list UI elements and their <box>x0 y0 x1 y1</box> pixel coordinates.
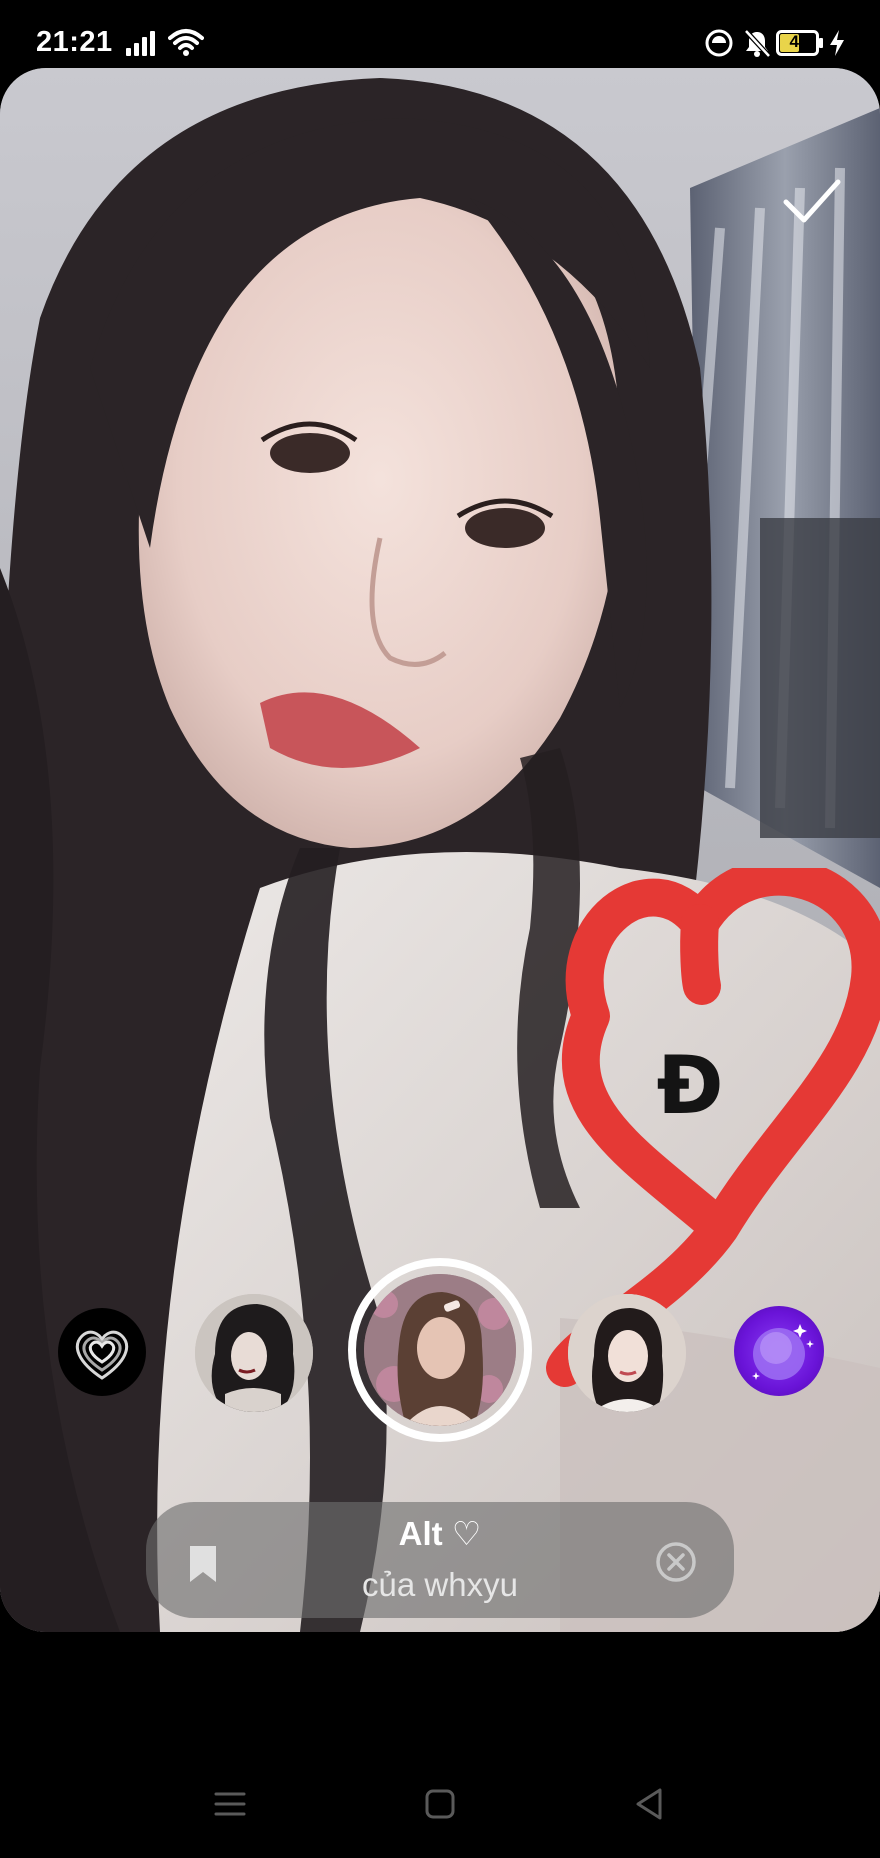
heart-spiral-effect[interactable] <box>58 1308 146 1396</box>
girl-portrait-thumbnail <box>568 1294 686 1412</box>
wifi-icon <box>168 29 204 56</box>
battery-level: 47 <box>789 32 809 51</box>
alt-effect[interactable] <box>364 1274 516 1426</box>
alt-effect-thumbnail <box>364 1274 516 1426</box>
girl-portrait-effect[interactable] <box>568 1294 686 1412</box>
gothic-portrait-thumbnail <box>195 1294 313 1412</box>
signal-icon <box>126 31 155 56</box>
checkmark-icon[interactable] <box>782 176 842 226</box>
gothic-portrait-effect[interactable] <box>195 1294 313 1412</box>
status-time: 21:21 <box>36 26 113 58</box>
screen-record-icon <box>705 29 733 57</box>
text-sticker[interactable]: Đ <box>655 1046 725 1126</box>
close-circle-icon[interactable] <box>654 1540 698 1584</box>
galaxy-orb-icon <box>752 1324 814 1380</box>
back-triangle-icon[interactable] <box>630 1784 670 1824</box>
bell-muted-icon <box>744 29 771 58</box>
effect-author: của whxyu <box>362 1566 518 1603</box>
galaxy-orb-effect[interactable] <box>734 1306 824 1396</box>
home-square-icon[interactable] <box>420 1784 460 1824</box>
menu-icon[interactable] <box>210 1784 250 1824</box>
heart-spiral-icon <box>76 1330 128 1380</box>
effect-title: Alt ♡ <box>398 1515 482 1552</box>
charging-icon <box>830 30 844 56</box>
